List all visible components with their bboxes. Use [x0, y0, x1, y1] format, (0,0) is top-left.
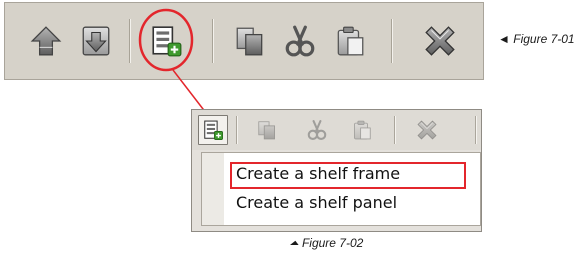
create-shelf-menu: Create a shelf frame Create a shelf pane…: [201, 152, 481, 226]
figure-7-02-caption: ⏶ Figure 7-02: [289, 236, 363, 251]
cut-icon[interactable]: [306, 119, 328, 141]
menu-item-create-shelf-frame[interactable]: Create a shelf frame: [236, 164, 400, 183]
menu-item-create-shelf-panel[interactable]: Create a shelf panel: [236, 193, 397, 212]
menu-gutter: [202, 153, 224, 225]
caption-text: Figure 7-02: [301, 236, 364, 250]
delete-icon[interactable]: [416, 119, 438, 141]
toolbar-separator: [236, 116, 238, 144]
create-shelf-button[interactable]: [198, 115, 228, 145]
toolbar-separator: [394, 116, 396, 144]
copy-icon[interactable]: [256, 119, 278, 141]
create-shelf-icon: [202, 119, 224, 141]
highlight-circle: [138, 8, 194, 72]
paste-icon[interactable]: [351, 119, 373, 141]
caption-pointer-icon: ⏶: [289, 236, 299, 250]
toolbar-strip: [192, 110, 481, 150]
toolbar-edge: [475, 116, 477, 144]
toolbar-figure-7-02: Create a shelf frame Create a shelf pane…: [191, 109, 482, 232]
